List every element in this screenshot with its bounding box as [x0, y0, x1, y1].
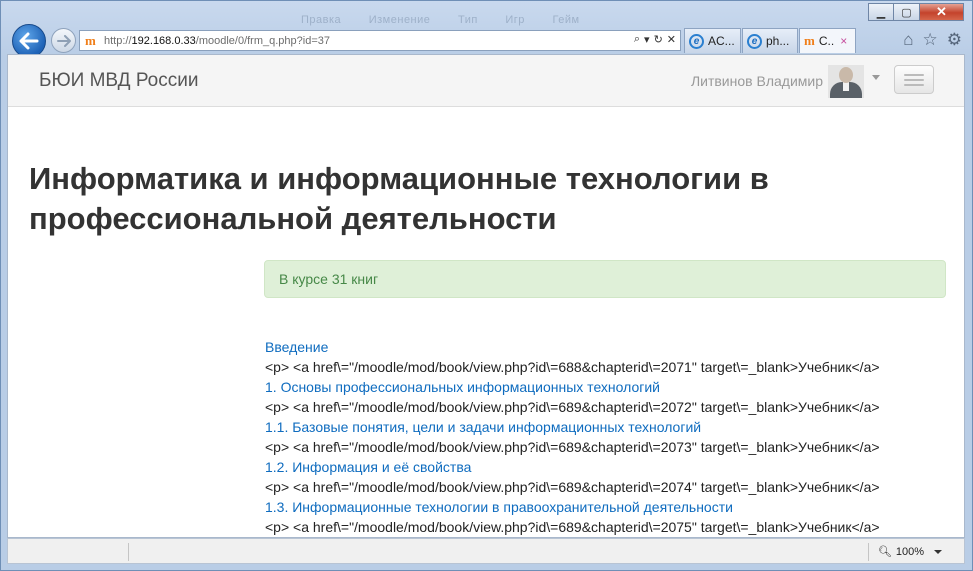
window-controls: ▁ ▢ ✕: [868, 3, 964, 21]
dropdown-arrow-icon[interactable]: ▾: [644, 33, 650, 46]
book-list: Введение <p> <a href\="/moodle/mod/book/v…: [265, 337, 955, 537]
tab-ac[interactable]: e AC...: [684, 28, 741, 53]
avatar[interactable]: [828, 65, 864, 98]
url-path: /moodle/0/frm_q.php?id=37: [195, 34, 330, 47]
ghost-menu-item: Тип: [457, 14, 478, 26]
avatar-head: [839, 67, 853, 83]
back-button[interactable]: [12, 24, 46, 58]
book-html-snippet: <p> <a href\="/moodle/mod/book/view.php?…: [265, 399, 880, 415]
avatar-collar: [843, 82, 849, 91]
tab-ph[interactable]: e ph...: [742, 28, 798, 53]
url-text: http://192.168.0.33/moodle/0/frm_q.php?i…: [104, 35, 330, 47]
gear-icon[interactable]: ⚙: [947, 30, 962, 50]
zoom-dropdown-icon[interactable]: [934, 550, 942, 554]
tab-label: C..: [818, 34, 835, 48]
status-bar: 🔍︎ 100%: [7, 538, 965, 564]
course-books-alert: В курсе 31 книг: [264, 260, 946, 298]
site-brand-link[interactable]: БЮИ МВД России: [39, 70, 198, 92]
ie-icon: e: [689, 33, 704, 49]
ghost-menu-item: Изменение: [368, 14, 431, 26]
hamburger-menu-button[interactable]: [894, 65, 934, 94]
arrow-left-icon: [19, 32, 39, 50]
ghost-menu-item: Гейм: [552, 14, 580, 26]
forward-button[interactable]: [51, 28, 76, 53]
book-chapter-link[interactable]: 1.1. Базовые понятия, цели и задачи инфо…: [265, 417, 955, 437]
close-tab-icon[interactable]: ×: [840, 34, 847, 48]
user-menu-caret-icon[interactable]: [872, 75, 880, 80]
search-icon[interactable]: ⌕: [634, 33, 640, 46]
hamburger-line: [904, 84, 924, 86]
user-name[interactable]: Литвинов Владимир: [691, 73, 823, 89]
favorites-star-icon[interactable]: ☆: [923, 30, 938, 50]
minimize-button[interactable]: ▁: [868, 3, 894, 21]
page-viewport: БЮИ МВД России Литвинов Владимир Информа…: [7, 54, 965, 538]
maximize-button[interactable]: ▢: [894, 3, 920, 21]
address-bar[interactable]: m http://192.168.0.33/moodle/0/frm_q.php…: [79, 30, 681, 51]
book-html-snippet: <p> <a href\="/moodle/mod/book/view.php?…: [265, 519, 880, 535]
close-window-button[interactable]: ✕: [920, 3, 964, 21]
status-divider: [128, 543, 129, 561]
url-host: 192.168.0.33: [131, 34, 196, 47]
moodle-favicon-icon: m: [85, 32, 96, 48]
hamburger-line: [904, 74, 924, 76]
book-html-snippet: <p> <a href\="/moodle/mod/book/view.php?…: [265, 479, 880, 495]
zoom-level: 100%: [895, 545, 924, 558]
refresh-icon[interactable]: ↻: [654, 33, 663, 46]
page-title: Информатика и информационные технологии …: [29, 161, 769, 236]
ie-icon: e: [747, 33, 762, 49]
url-prefix: http://: [104, 34, 132, 47]
hamburger-line: [904, 79, 924, 81]
book-chapter-link[interactable]: 1. Основы профессиональных информационны…: [265, 377, 955, 397]
tab-moodle-active[interactable]: m C.. ×: [799, 28, 856, 53]
book-chapter-link[interactable]: 1.2. Информация и её свойства: [265, 457, 955, 477]
stop-icon[interactable]: ✕: [667, 33, 676, 46]
site-navbar: БЮИ МВД России Литвинов Владимир: [8, 55, 964, 107]
tab-label: ph...: [766, 34, 790, 48]
ghost-menu-item: Правка: [301, 14, 342, 26]
book-chapter-link[interactable]: 1.3. Информационные технологии в правоох…: [265, 497, 955, 517]
home-icon[interactable]: ⌂: [903, 30, 913, 50]
book-chapter-link[interactable]: Введение: [265, 337, 955, 357]
zoom-icon: 🔍︎: [877, 546, 892, 558]
book-html-snippet: <p> <a href\="/moodle/mod/book/view.php?…: [265, 359, 880, 375]
zoom-control[interactable]: 🔍︎ 100%: [877, 545, 924, 559]
ghost-menu: Правка Изменение Тип Игр Гейм: [301, 14, 604, 26]
arrow-right-icon: [56, 34, 71, 47]
browser-toolbar-right: ⌂ ☆ ⚙: [903, 30, 962, 50]
moodle-icon: m: [804, 33, 815, 48]
book-html-snippet: <p> <a href\="/moodle/mod/book/view.php?…: [265, 439, 880, 455]
status-divider: [868, 543, 869, 561]
ghost-menu-item: Игр: [505, 14, 525, 26]
address-tools: ⌕ ▾ ↻ ✕: [634, 33, 676, 46]
tab-label: AC...: [708, 34, 735, 48]
